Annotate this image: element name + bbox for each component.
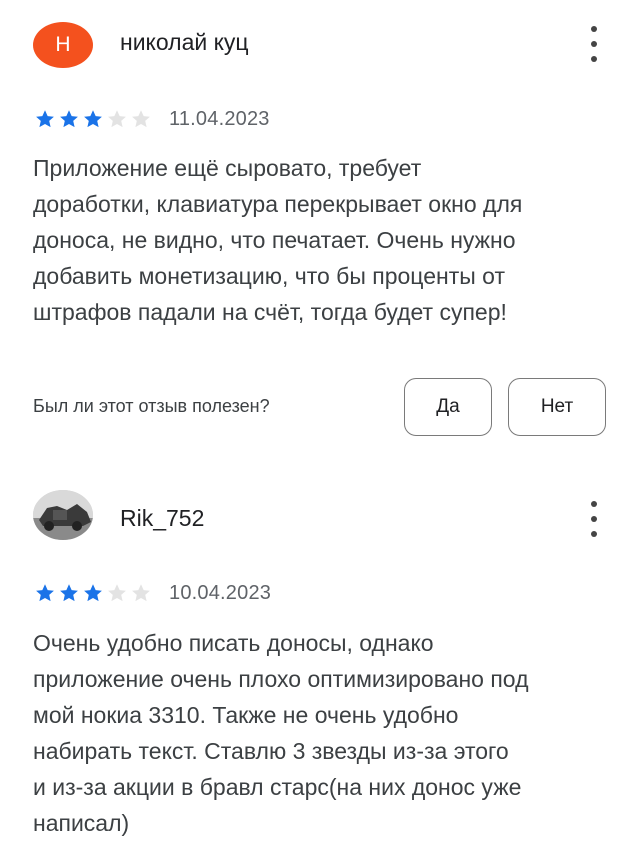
author-name: Rik_752 bbox=[120, 505, 205, 531]
review-header: Rik_752 bbox=[0, 470, 640, 560]
star-icon bbox=[84, 584, 102, 602]
star-icon bbox=[108, 584, 126, 602]
review-header: Н николай куц bbox=[0, 0, 640, 90]
no-button[interactable]: Нет bbox=[508, 378, 606, 436]
rating-row: 10.04.2023 bbox=[33, 580, 271, 606]
yes-button[interactable]: Да bbox=[404, 378, 492, 436]
star-icon bbox=[36, 110, 54, 128]
avatar: Н bbox=[33, 22, 93, 68]
star-icon bbox=[84, 110, 102, 128]
review-text: Приложение ещё сыровато, требует доработ… bbox=[33, 155, 523, 325]
review-date: 11.04.2023 bbox=[169, 107, 270, 130]
review-text: Очень удобно писать доносы, однако прило… bbox=[33, 630, 529, 836]
helpful-question: Был ли этот отзыв полезен? bbox=[33, 396, 270, 416]
author-name: николай куц bbox=[120, 29, 249, 55]
star-icon bbox=[60, 110, 78, 128]
photo-avatar-icon bbox=[33, 490, 93, 540]
review-card: Н николай куц 11.04.2023 Приложение ещё … bbox=[0, 0, 640, 470]
star-icon bbox=[132, 584, 150, 602]
review-card: Rik_752 10.04.2023 Очень удобно писать д… bbox=[0, 470, 640, 863]
avatar-photo-image bbox=[33, 490, 93, 540]
star-rating bbox=[33, 108, 153, 130]
star-icon bbox=[132, 110, 150, 128]
star-icon bbox=[60, 584, 78, 602]
rating-row: 11.04.2023 bbox=[33, 106, 270, 132]
star-icon bbox=[108, 110, 126, 128]
more-vert-icon[interactable] bbox=[588, 26, 600, 62]
star-icon bbox=[36, 584, 54, 602]
star-rating bbox=[33, 582, 153, 604]
more-vert-icon[interactable] bbox=[588, 501, 600, 537]
review-date: 10.04.2023 bbox=[169, 581, 272, 604]
